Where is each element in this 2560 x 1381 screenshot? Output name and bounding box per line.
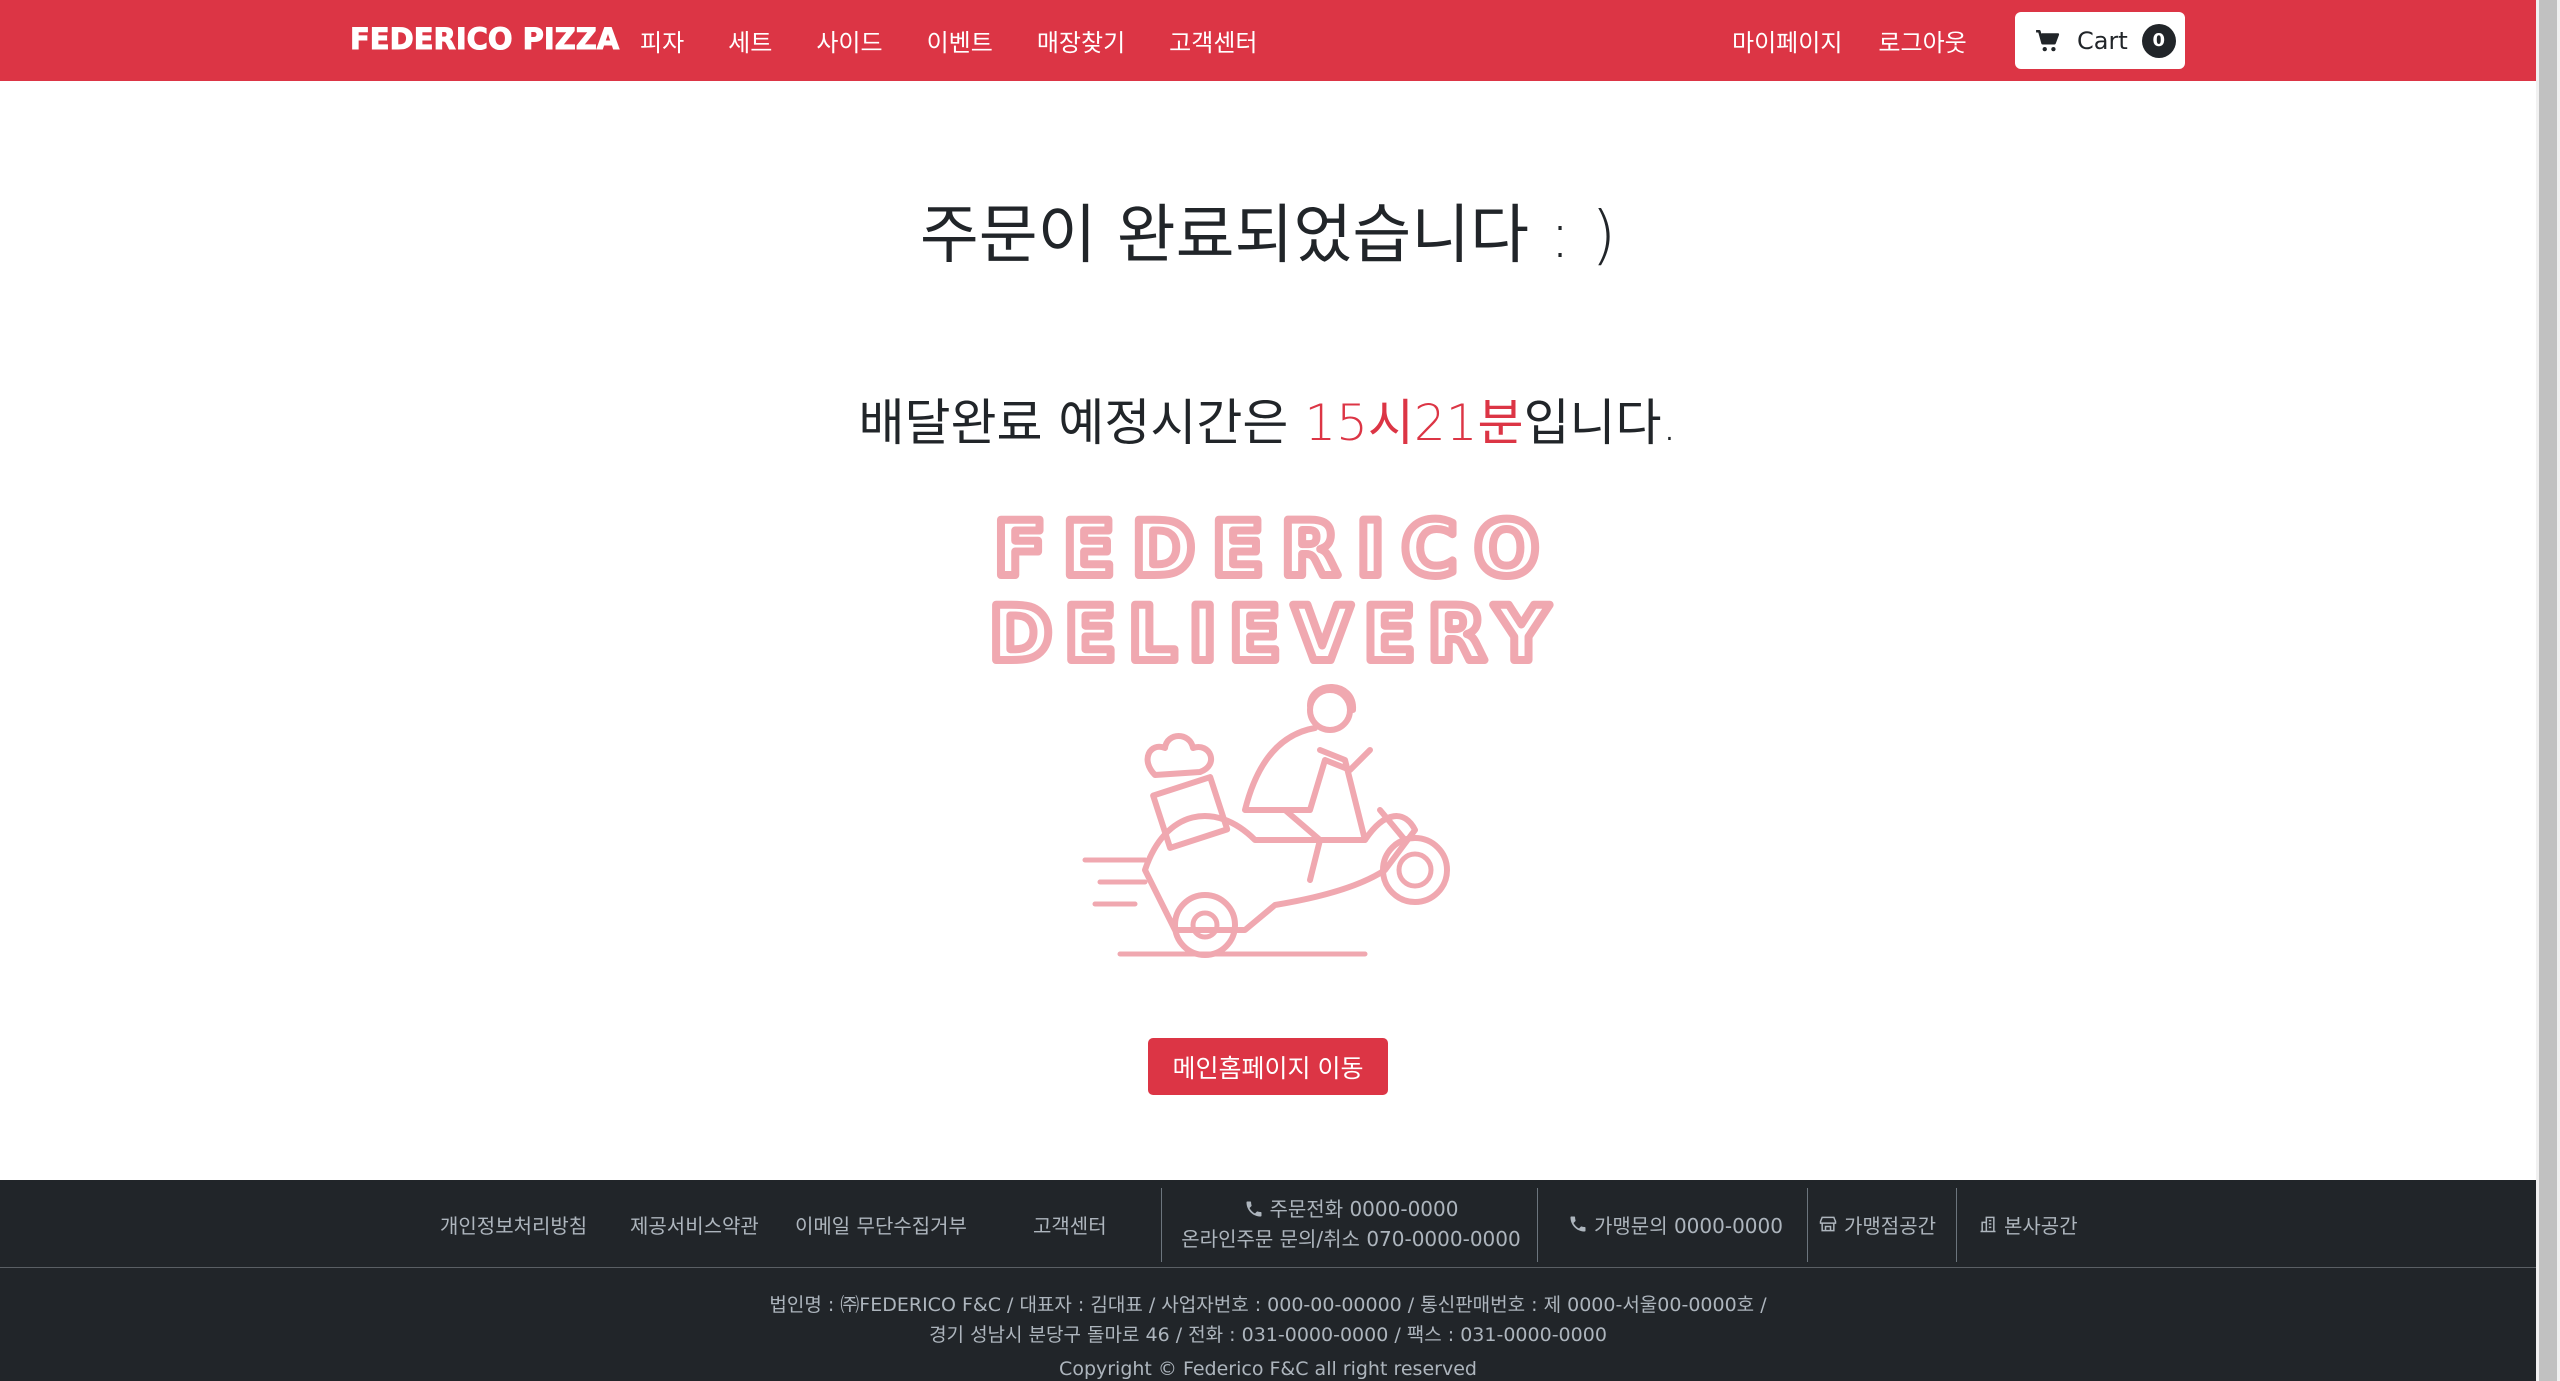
- franchise-phone-text: 가맹문의 0000-0000: [1594, 1213, 1783, 1238]
- vertical-scrollbar[interactable]: [2536, 0, 2560, 1381]
- cart-button[interactable]: Cart 0: [2015, 12, 2185, 69]
- nav-event[interactable]: 이벤트: [927, 23, 993, 58]
- page: FEDERICO PIZZA 피자 세트 사이드 이벤트 매장찾기 고객센터 마…: [0, 0, 2560, 1381]
- mypage-link[interactable]: 마이페이지: [1732, 23, 1842, 58]
- franchise-space-text: 가맹점공간: [1844, 1213, 1936, 1238]
- eta-suffix: 입니다.: [1523, 394, 1678, 452]
- eta-time: 15시21분: [1304, 394, 1524, 452]
- nav-set[interactable]: 세트: [728, 23, 772, 58]
- order-phone: 주문전화 0000-0000: [1269, 1197, 1459, 1221]
- logout-link[interactable]: 로그아웃: [1878, 23, 1966, 58]
- footer-customer-center-link[interactable]: 고객센터: [1033, 1180, 1107, 1268]
- cart-label: Cart: [2077, 26, 2128, 55]
- nav-store-finder[interactable]: 매장찾기: [1037, 23, 1125, 58]
- order-phone-row: 주문전화 0000-0000: [1170, 1194, 1532, 1224]
- top-navbar: FEDERICO PIZZA 피자 세트 사이드 이벤트 매장찾기 고객센터 마…: [0, 0, 2536, 81]
- company-info: 법인명 : ㈜FEDERICO F&C / 대표자 : 김대표 / 사업자번호 …: [0, 1290, 2536, 1350]
- illustration-logo-line1: FEDERICO: [994, 510, 1556, 593]
- order-complete-title: 주문이 완료되었습니다 : ): [919, 199, 1617, 273]
- scrollbar-thumb[interactable]: [2539, 0, 2557, 1381]
- hq-space-text: 본사공간: [2004, 1213, 2078, 1238]
- nav-side[interactable]: 사이드: [816, 23, 882, 58]
- cart-icon: [2036, 29, 2060, 51]
- footer-links-bar: 개인정보처리방침 제공서비스약관 이메일 무단수집거부 고객센터 주문전화 00…: [0, 1180, 2536, 1268]
- store-icon: [1819, 1216, 1837, 1232]
- footer-divider: [1537, 1188, 1538, 1262]
- email-refusal-link[interactable]: 이메일 무단수집거부: [795, 1180, 967, 1268]
- online-inquiry: 온라인주문 문의/취소 070-0000-0000: [1181, 1227, 1521, 1251]
- nav-customer-center[interactable]: 고객센터: [1169, 23, 1257, 58]
- company-info-line2: 경기 성남시 분당구 돌마로 46 / 전화 : 031-0000-0000 /…: [929, 1324, 1607, 1346]
- franchise-space-link[interactable]: 가맹점공간: [1818, 1180, 1936, 1268]
- hq-space-link[interactable]: 본사공간: [1978, 1180, 2078, 1268]
- phone-icon: [1246, 1201, 1261, 1217]
- delivery-illustration: FEDERICO DELIEVERY: [985, 510, 1561, 958]
- copyright: Copyright © Federico F&C all right reser…: [1059, 1358, 1477, 1380]
- company-info-line1: 법인명 : ㈜FEDERICO F&C / 대표자 : 김대표 / 사업자번호 …: [769, 1294, 1767, 1316]
- order-contact: 주문전화 0000-0000 온라인주문 문의/취소 070-0000-0000: [1170, 1194, 1532, 1254]
- eta-prefix: 배달완료 예정시간은: [858, 394, 1305, 452]
- building-icon: [1980, 1216, 1996, 1233]
- illustration-logo-line2: DELIEVERY: [989, 589, 1561, 678]
- delivery-eta: 배달완료 예정시간은 15시21분입니다.: [0, 383, 2536, 455]
- user-menu: 마이페이지 로그아웃: [1732, 0, 2003, 81]
- footer: 개인정보처리방침 제공서비스약관 이메일 무단수집거부 고객센터 주문전화 00…: [0, 1180, 2536, 1381]
- franchise-phone: 가맹문의 0000-0000: [1568, 1180, 1783, 1268]
- footer-divider: [1956, 1188, 1957, 1262]
- footer-divider: [1161, 1188, 1162, 1262]
- go-home-button[interactable]: 메인홈페이지 이동: [1148, 1038, 1388, 1095]
- nav-pizza[interactable]: 피자: [640, 23, 684, 58]
- privacy-policy-link[interactable]: 개인정보처리방침: [440, 1180, 587, 1268]
- brand-logo[interactable]: FEDERICO PIZZA: [349, 22, 619, 57]
- phone-icon: [1570, 1216, 1586, 1232]
- cart-count-badge: 0: [2141, 23, 2176, 58]
- footer-divider: [1807, 1188, 1808, 1262]
- main-menu: 피자 세트 사이드 이벤트 매장찾기 고객센터: [640, 0, 1302, 81]
- terms-link[interactable]: 제공서비스약관: [630, 1180, 759, 1268]
